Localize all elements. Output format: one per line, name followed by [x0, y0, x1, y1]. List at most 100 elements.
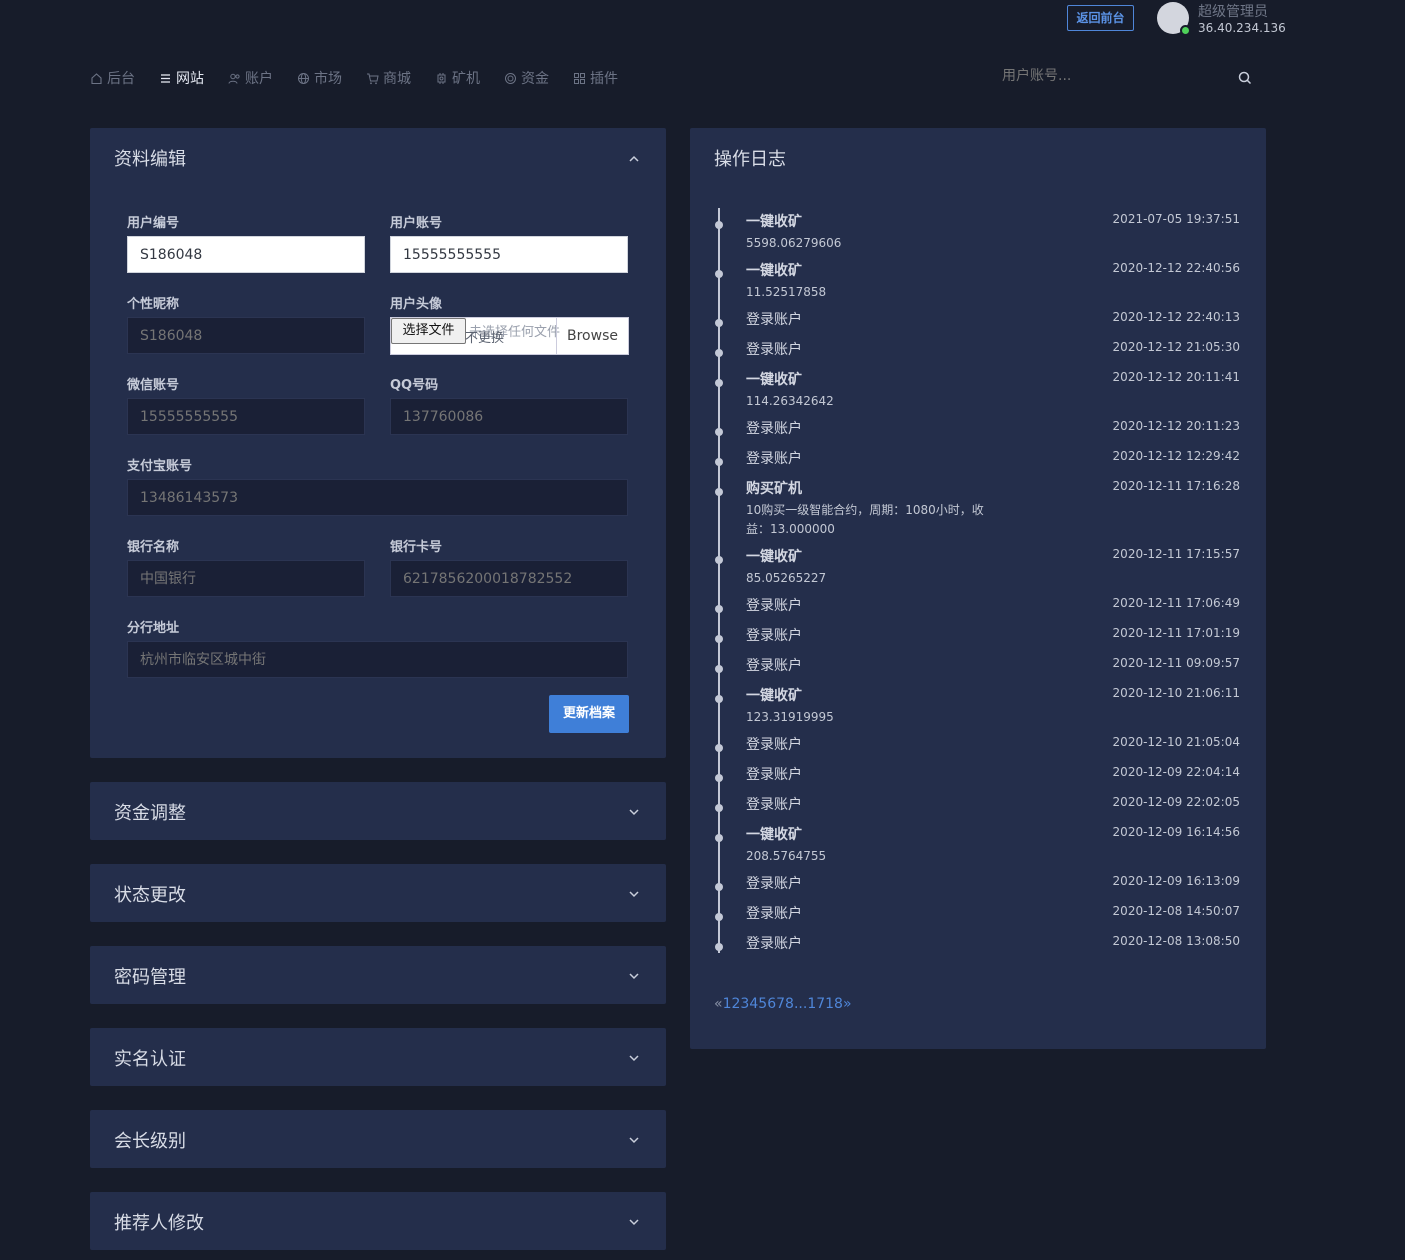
- profile-edit-card: 资料编辑 用户编号 用户账号 个性昵称 用户头像 选择文件 未选择任何文件 不更…: [90, 128, 666, 758]
- timeline-dot: [715, 605, 723, 613]
- timeline-dot: [715, 635, 723, 643]
- account-field[interactable]: [390, 236, 628, 273]
- pager-page[interactable]: 8: [785, 996, 794, 1012]
- log-entry: 登录账户 2020-12-08 13:08:50: [746, 933, 1242, 953]
- nav-item-0[interactable]: 后台: [90, 68, 135, 88]
- qq-field[interactable]: [390, 398, 628, 435]
- search-input[interactable]: [1002, 68, 1202, 84]
- pager-page[interactable]: 17: [807, 996, 825, 1012]
- account-label: 用户账号: [390, 216, 443, 231]
- bank-card-field[interactable]: [390, 560, 628, 597]
- nav-item-label: 市场: [314, 71, 342, 87]
- log-entry: 登录账户 2020-12-10 21:05:04: [746, 734, 1242, 754]
- pager-next[interactable]: »: [843, 996, 852, 1012]
- log-entry: 登录账户 2020-12-09 16:13:09: [746, 873, 1242, 893]
- log-entry-time: 2020-12-12 20:11:23: [1112, 419, 1240, 433]
- wechat-label: 微信账号: [127, 378, 180, 393]
- collapsed-panel[interactable]: 推荐人修改: [90, 1192, 666, 1250]
- pager-prev[interactable]: «: [714, 996, 723, 1012]
- pager-page[interactable]: 4: [749, 996, 758, 1012]
- pager-page[interactable]: 1: [723, 996, 732, 1012]
- timeline-dot: [715, 349, 723, 357]
- pager-page[interactable]: 3: [740, 996, 749, 1012]
- nav-item-4[interactable]: 商城: [366, 68, 411, 88]
- log-entry: 登录账户 2020-12-12 22:40:13: [746, 309, 1242, 329]
- branch-field[interactable]: [127, 641, 628, 678]
- bank-name-field[interactable]: [127, 560, 365, 597]
- pager-page[interactable]: 5: [758, 996, 767, 1012]
- timeline-dot: [715, 744, 723, 752]
- log-entry: 一键收矿 11.52517858 2020-12-12 22:40:56: [746, 260, 1242, 302]
- nav-item-3[interactable]: 市场: [297, 68, 342, 88]
- nav-item-label: 商城: [383, 71, 411, 87]
- update-profile-button[interactable]: 更新档案: [549, 695, 629, 733]
- collapsed-panel[interactable]: 资金调整: [90, 782, 666, 840]
- cart-icon: [366, 72, 383, 85]
- log-entry: 购买矿机 10购买一级智能合约，周期：1080小时，收益：13.000000 202…: [746, 478, 1242, 539]
- user-ip: 36.40.234.136: [1198, 21, 1286, 35]
- log-entry: 登录账户 2020-12-11 17:06:49: [746, 595, 1242, 615]
- bank-name-label: 银行名称: [127, 540, 180, 555]
- nickname-field[interactable]: [127, 317, 365, 354]
- panel-title: 实名认证: [114, 1049, 186, 1070]
- pager-page[interactable]: 6: [767, 996, 776, 1012]
- log-entry-detail: 123.31919995: [746, 710, 834, 724]
- timeline-dot: [715, 834, 723, 842]
- online-status-dot: [1180, 25, 1191, 36]
- nav-item-6[interactable]: 资金: [504, 68, 549, 88]
- chevron-down-icon[interactable]: [628, 888, 640, 900]
- log-entry-time: 2020-12-12 21:05:30: [1112, 340, 1240, 354]
- back-to-frontend-button[interactable]: 返回前台: [1067, 5, 1134, 31]
- log-entry: 登录账户 2020-12-09 22:02:05: [746, 794, 1242, 814]
- alipay-field[interactable]: [127, 479, 628, 516]
- browse-button[interactable]: Browse: [556, 318, 628, 354]
- choose-file-button[interactable]: 选择文件: [391, 318, 466, 344]
- branch-label: 分行地址: [127, 621, 180, 636]
- log-entry: 登录账户 2020-12-12 12:29:42: [746, 448, 1242, 468]
- chevron-up-icon[interactable]: [628, 153, 640, 165]
- nickname-label: 个性昵称: [127, 297, 180, 312]
- nav-item-label: 账户: [245, 71, 273, 87]
- pager-page[interactable]: 18: [825, 996, 843, 1012]
- log-entry-time: 2020-12-12 22:40:56: [1112, 261, 1240, 275]
- wechat-field[interactable]: [127, 398, 365, 435]
- timeline-dot: [715, 428, 723, 436]
- avatar-label: 用户头像: [390, 297, 443, 312]
- nav-item-2[interactable]: 账户: [228, 68, 273, 88]
- pager-page[interactable]: 2: [732, 996, 741, 1012]
- chevron-down-icon[interactable]: [628, 806, 640, 818]
- collapsed-panel[interactable]: 密码管理: [90, 946, 666, 1004]
- chip-icon: [435, 72, 452, 85]
- log-entry: 一键收矿 208.5764755 2020-12-09 16:14:56: [746, 824, 1242, 866]
- coin-icon: [504, 72, 521, 85]
- pager-page[interactable]: ...: [794, 996, 807, 1012]
- log-entry: 一键收矿 85.05265227 2020-12-11 17:15:57: [746, 546, 1242, 588]
- log-entry-time: 2020-12-09 22:04:14: [1112, 765, 1240, 779]
- chevron-down-icon[interactable]: [628, 970, 640, 982]
- panel-title: 资金调整: [114, 803, 186, 824]
- timeline-dot: [715, 804, 723, 812]
- log-entry-time: 2020-12-11 17:01:19: [1112, 626, 1240, 640]
- collapsed-panel[interactable]: 实名认证: [90, 1028, 666, 1086]
- chevron-down-icon[interactable]: [628, 1134, 640, 1146]
- timeline-dot: [715, 270, 723, 278]
- nav-item-7[interactable]: 插件: [573, 68, 618, 88]
- collapsed-panel[interactable]: 状态更改: [90, 864, 666, 922]
- user-id-field[interactable]: [127, 236, 365, 273]
- chevron-down-icon[interactable]: [628, 1052, 640, 1064]
- search-icon[interactable]: [1238, 71, 1252, 85]
- timeline-dot: [715, 913, 723, 921]
- chevron-down-icon[interactable]: [628, 1216, 640, 1228]
- log-entry: 一键收矿 123.31919995 2020-12-10 21:06:11: [746, 685, 1242, 727]
- log-entry-detail: 10购买一级智能合约，周期：1080小时，收益：13.000000: [746, 503, 984, 536]
- pager-page[interactable]: 7: [776, 996, 785, 1012]
- nav-item-1[interactable]: 网站: [159, 68, 204, 88]
- avatar-file-field[interactable]: 选择文件 未选择任何文件 不更换 Browse: [390, 317, 629, 355]
- log-entry-time: 2020-12-10 21:05:04: [1112, 735, 1240, 749]
- log-entry-time: 2020-12-09 16:13:09: [1112, 874, 1240, 888]
- user-name: 超级管理员: [1198, 4, 1268, 20]
- panel-title: 会长级别: [114, 1131, 186, 1152]
- collapsed-panel[interactable]: 会长级别: [90, 1110, 666, 1168]
- nav-item-5[interactable]: 矿机: [435, 68, 480, 88]
- log-entry: 一键收矿 5598.06279606 2021-07-05 19:37:51: [746, 211, 1242, 253]
